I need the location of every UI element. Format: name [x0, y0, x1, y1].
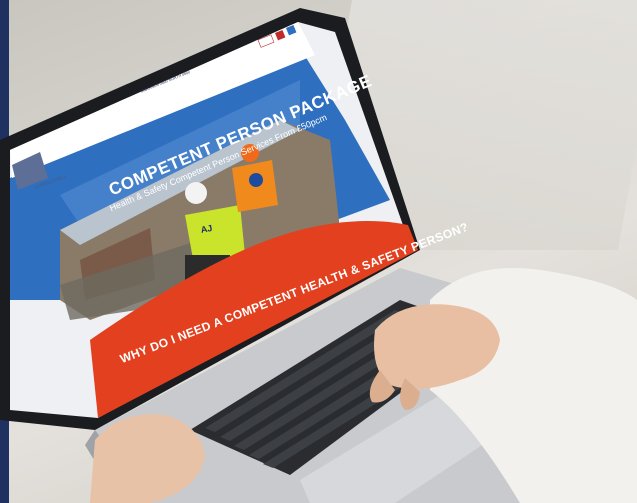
scene: COMPETENT PERSON PACKAGE Health & Safety… — [0, 0, 637, 503]
vest-logo: AJ — [200, 223, 214, 235]
laptop-illustration — [0, 8, 637, 503]
